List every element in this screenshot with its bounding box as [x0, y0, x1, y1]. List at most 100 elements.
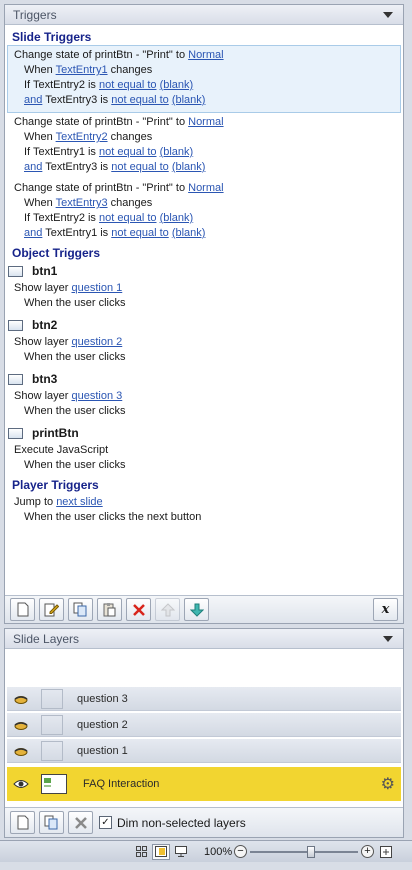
eye-open-icon[interactable]	[11, 774, 31, 794]
eye-closed-icon[interactable]	[11, 689, 31, 709]
trigger-action-text: Change state of printBtn - "Print" to	[14, 116, 189, 128]
triggers-panel-title: Triggers	[13, 7, 57, 22]
layer-row[interactable]: question 2	[7, 713, 401, 737]
collapse-arrow-icon[interactable]	[383, 11, 393, 18]
trigger-action-text: Change state of printBtn - "Print" to	[14, 49, 189, 61]
object-name: btn1	[32, 264, 58, 278]
triggers-toolbar: x	[5, 595, 403, 623]
base-layer-row[interactable]: FAQ Interaction ⚙	[7, 767, 401, 801]
condition-text: If TextEntry2 is	[24, 79, 99, 91]
operator-link[interactable]: not equal to	[111, 161, 169, 173]
gear-icon[interactable]: ⚙	[381, 774, 395, 794]
zoom-in-icon[interactable]: +	[361, 845, 374, 858]
fit-to-window-icon[interactable]	[377, 844, 395, 860]
operator-link[interactable]: not equal to	[111, 94, 169, 106]
state-link[interactable]: Normal	[188, 182, 223, 194]
layer-name: FAQ Interaction	[83, 778, 160, 790]
object-triggers-heading: Object Triggers	[12, 246, 101, 260]
trigger-when-text: When the user clicks the next button	[24, 511, 202, 523]
base-layer-thumbnail	[41, 774, 67, 794]
operator-link[interactable]: not equal to	[99, 79, 157, 91]
and-link[interactable]: and	[24, 161, 42, 173]
layer-link[interactable]: question 3	[71, 390, 122, 402]
object-trigger-printbtn[interactable]: Execute JavaScript When the user clicks	[5, 441, 403, 477]
zoom-slider-thumb[interactable]	[307, 845, 315, 858]
and-link[interactable]: and	[24, 94, 42, 106]
operator-link[interactable]: not equal to	[99, 146, 157, 158]
value-link[interactable]: (blank)	[160, 79, 194, 91]
collapse-arrow-icon[interactable]	[383, 635, 393, 642]
duplicate-layer-button[interactable]	[39, 811, 64, 834]
move-up-button[interactable]	[155, 598, 180, 621]
trigger-when-text: When	[24, 64, 56, 76]
layer-link[interactable]: question 2	[71, 336, 122, 348]
status-bar: 100% − +	[0, 840, 412, 862]
value-link[interactable]: (blank)	[160, 212, 194, 224]
object-row-printbtn[interactable]: printBtn	[5, 425, 403, 441]
zoom-out-icon[interactable]: −	[234, 845, 247, 858]
trigger-when-text: When	[24, 131, 56, 143]
zoom-slider[interactable]	[250, 845, 358, 859]
layer-row[interactable]: question 1	[7, 739, 401, 763]
value-link[interactable]: (blank)	[172, 227, 206, 239]
object-link[interactable]: TextEntry3	[56, 197, 108, 209]
object-link[interactable]: TextEntry2	[56, 131, 108, 143]
state-link[interactable]: Normal	[188, 49, 223, 61]
value-link[interactable]: (blank)	[160, 146, 194, 158]
state-link[interactable]: Normal	[188, 116, 223, 128]
dim-layers-checkbox[interactable]: ✓	[99, 816, 112, 829]
zoom-slider-track	[250, 850, 358, 853]
object-row-btn2[interactable]: btn2	[5, 317, 403, 333]
operator-link[interactable]: not equal to	[111, 227, 169, 239]
paste-trigger-button[interactable]	[97, 598, 122, 621]
condition-text: TextEntry3 is	[42, 94, 112, 106]
grid-view-icon[interactable]	[132, 844, 150, 860]
copy-trigger-button[interactable]	[68, 598, 93, 621]
layer-row[interactable]: question 3	[7, 687, 401, 711]
trigger-action-text: Show layer	[14, 282, 72, 294]
new-trigger-button[interactable]	[10, 598, 35, 621]
delete-layer-button[interactable]	[68, 811, 93, 834]
trigger-action-text: Execute JavaScript	[14, 444, 109, 456]
slide-trigger-3[interactable]: Change state of printBtn - "Print" to No…	[5, 179, 403, 245]
delete-x-icon	[132, 603, 145, 616]
javascript-button[interactable]: x	[373, 598, 398, 621]
button-object-icon	[8, 319, 23, 331]
eye-closed-icon[interactable]	[11, 741, 31, 761]
object-row-btn3[interactable]: btn3	[5, 371, 403, 387]
layer-name: question 3	[77, 692, 128, 705]
value-link[interactable]: (blank)	[172, 161, 206, 173]
delete-trigger-button[interactable]	[126, 598, 151, 621]
triggers-panel-header[interactable]: Triggers	[5, 5, 403, 25]
layer-name: question 1	[77, 744, 128, 757]
trigger-event-text: changes	[107, 131, 153, 143]
preview-view-icon[interactable]	[172, 844, 190, 860]
object-trigger-btn1[interactable]: Show layer question 1 When the user clic…	[5, 279, 403, 315]
zoom-level: 100%	[204, 845, 233, 858]
operator-link[interactable]: not equal to	[99, 212, 157, 224]
trigger-action-text: Jump to	[14, 496, 57, 508]
triggers-list: Slide Triggers Change state of printBtn …	[5, 25, 403, 597]
button-object-icon	[8, 265, 23, 277]
dim-layers-label: Dim non-selected layers	[117, 815, 246, 830]
object-link[interactable]: TextEntry1	[56, 64, 108, 76]
trigger-when-text: When the user clicks	[24, 297, 126, 309]
normal-view-icon[interactable]	[152, 843, 170, 860]
edit-trigger-button[interactable]	[39, 598, 64, 621]
slide-trigger-2[interactable]: Change state of printBtn - "Print" to No…	[5, 113, 403, 179]
slide-link[interactable]: next slide	[56, 496, 102, 508]
player-trigger-next[interactable]: Jump to next slide When the user clicks …	[5, 493, 403, 529]
button-object-icon	[8, 373, 23, 385]
object-row-btn1[interactable]: btn1	[5, 263, 403, 279]
eye-closed-icon[interactable]	[11, 715, 31, 735]
layers-panel-header[interactable]: Slide Layers	[5, 629, 403, 649]
new-layer-button[interactable]	[10, 811, 35, 834]
object-trigger-btn2[interactable]: Show layer question 2 When the user clic…	[5, 333, 403, 369]
and-link[interactable]: and	[24, 227, 42, 239]
object-name: btn3	[32, 372, 58, 386]
value-link[interactable]: (blank)	[172, 94, 206, 106]
slide-trigger-1[interactable]: Change state of printBtn - "Print" to No…	[7, 45, 401, 113]
object-trigger-btn3[interactable]: Show layer question 3 When the user clic…	[5, 387, 403, 423]
layer-link[interactable]: question 1	[71, 282, 122, 294]
move-down-button[interactable]	[184, 598, 209, 621]
